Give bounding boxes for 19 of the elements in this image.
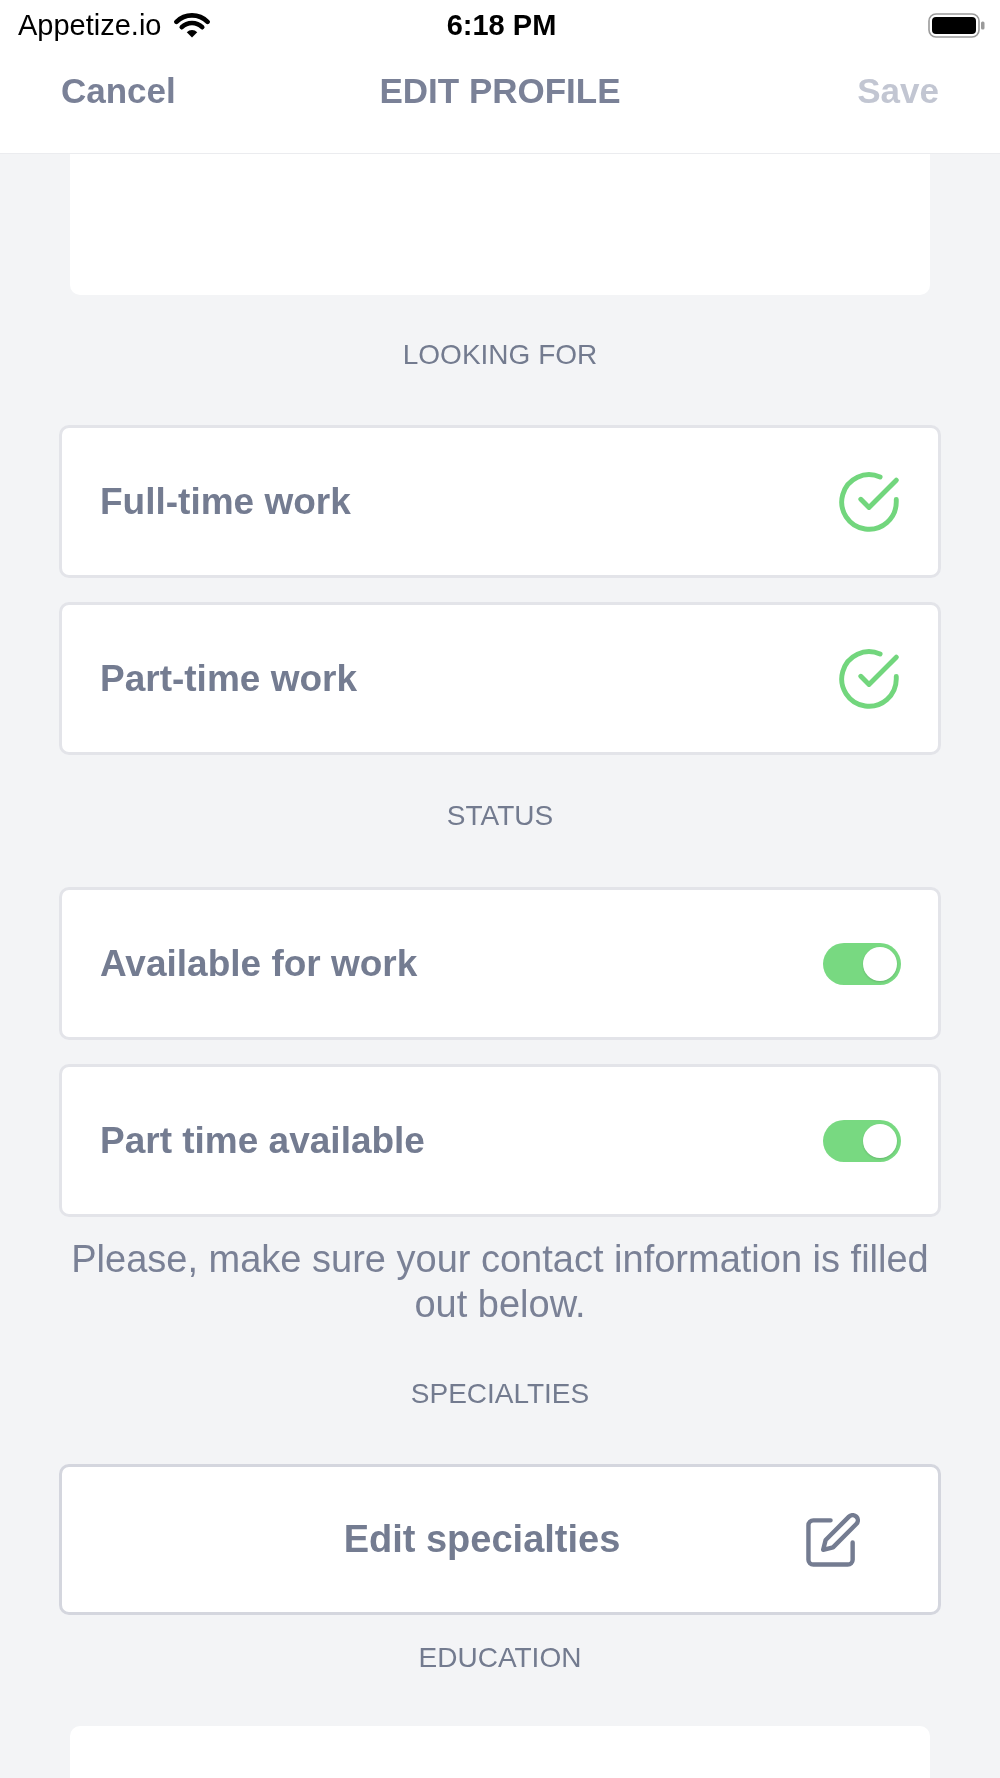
section-heading: EDUCATION xyxy=(418,1641,582,1675)
wifi-icon xyxy=(173,12,210,38)
clock-time: 6:18 PM xyxy=(446,8,557,42)
section-heading: STATUS xyxy=(446,799,554,833)
section-heading: LOOKING FOR xyxy=(402,338,598,372)
edit-icon xyxy=(806,1512,860,1567)
carrier-name: Appetize.io xyxy=(18,8,162,42)
info-note: Please, make sure your contact information is filled out below. xyxy=(70,1237,930,1327)
toggle-switch[interactable] xyxy=(823,942,901,985)
edit-button[interactable]: Edit specialties xyxy=(59,1464,941,1615)
option-button[interactable]: Part-time work xyxy=(59,602,941,755)
toggle-switch[interactable] xyxy=(823,1119,901,1162)
screen-title: EDIT PROFILE xyxy=(379,70,621,112)
cancel-button[interactable]: Cancel xyxy=(61,70,176,112)
battery-icon xyxy=(928,12,985,38)
section-heading: SPECIALTIES xyxy=(410,1377,590,1411)
setting-label: Available for work xyxy=(100,941,418,986)
option-button[interactable]: Full-time work xyxy=(59,425,941,578)
setting-label: Part time available xyxy=(100,1118,425,1163)
